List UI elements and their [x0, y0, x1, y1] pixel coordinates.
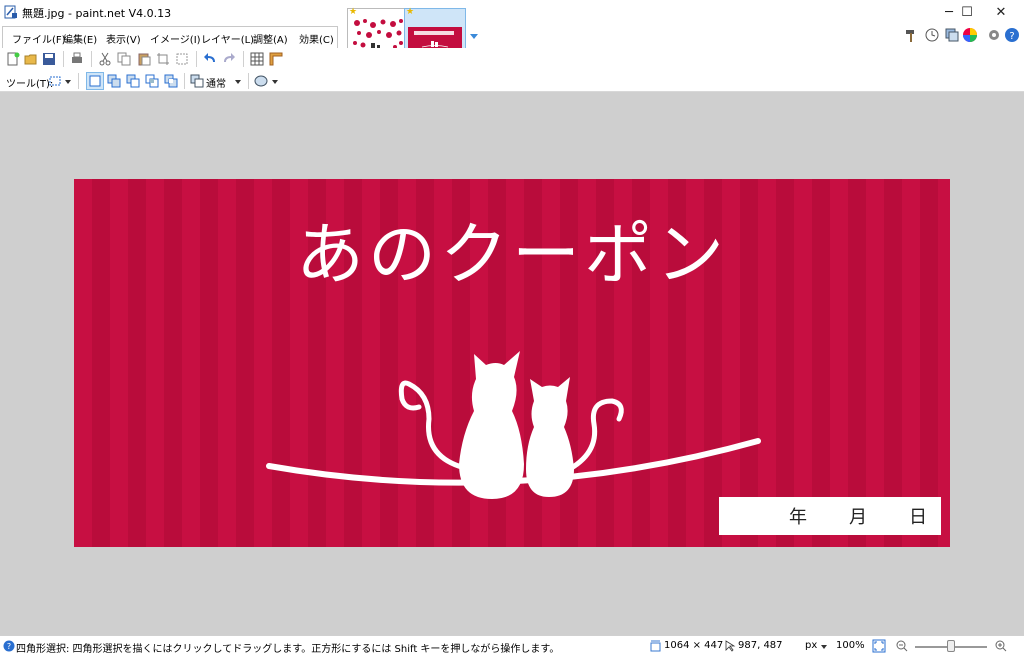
selection-mode-exclude[interactable]: [124, 72, 142, 90]
open-folder-icon[interactable]: [24, 52, 38, 66]
selection-mode-replace[interactable]: [86, 72, 104, 90]
intersect-mode-icon: [145, 74, 159, 88]
toolbar-separator: [196, 51, 197, 67]
units-dropdown-icon[interactable]: [820, 643, 828, 651]
zoom-to-window-icon[interactable]: [872, 639, 886, 653]
svg-text:?: ?: [7, 642, 11, 651]
tool-label: ツール(T):: [6, 79, 54, 90]
paintnet-app-icon[interactable]: [4, 5, 18, 19]
menu-layer[interactable]: レイヤー(L): [201, 31, 254, 46]
cursor-position-icon: [725, 640, 736, 652]
new-file-icon[interactable]: [6, 52, 20, 66]
zoom-level[interactable]: 100%: [836, 640, 865, 651]
maximize-button[interactable]: ☐: [950, 0, 984, 24]
menu-effects[interactable]: 効果(C): [299, 31, 334, 46]
cut-scissors-icon[interactable]: [98, 52, 112, 66]
units-select[interactable]: px: [805, 640, 817, 651]
status-hint: 四角形選択: 四角形選択を描くにはクリックしてドラッグします。正方形にするには …: [16, 644, 560, 655]
settings-gear-icon[interactable]: [986, 27, 1002, 43]
undo-icon[interactable]: [203, 52, 217, 66]
grid-icon[interactable]: [250, 52, 264, 66]
paste-icon[interactable]: [137, 52, 151, 66]
antialiasing-dropdown-icon[interactable]: [271, 78, 279, 86]
layers-icon[interactable]: [944, 27, 960, 43]
toolbar-separator: [248, 73, 249, 89]
blend-mode-icon: [190, 74, 204, 88]
svg-text:?: ?: [1009, 31, 1014, 42]
selection-mode-union[interactable]: [105, 72, 123, 90]
toolbar-separator: [78, 73, 79, 89]
zoom-in-icon[interactable]: [995, 640, 1007, 652]
help-icon[interactable]: ?: [1004, 27, 1020, 43]
copy-icon[interactable]: [117, 52, 131, 66]
image-size-icon: [650, 640, 661, 652]
toolbar-separator: [243, 51, 244, 67]
unsaved-star-icon: ★: [406, 7, 415, 17]
menu-file[interactable]: ファイル(F): [12, 31, 66, 46]
zoom-slider-thumb[interactable]: [947, 640, 955, 652]
toolbar-separator: [91, 51, 92, 67]
close-button[interactable]: ✕: [984, 0, 1018, 24]
status-help-icon: ?: [3, 640, 15, 652]
crop-to-selection-icon[interactable]: [156, 52, 170, 66]
deselect-icon[interactable]: [175, 52, 189, 66]
blend-mode-select[interactable]: 通常: [206, 75, 226, 90]
selection-mode-intersect[interactable]: [143, 72, 161, 90]
save-disk-icon[interactable]: [42, 52, 56, 66]
cats-on-branch-illustration: [266, 351, 761, 499]
window-title: 無題.jpg - paint.net V4.0.13: [22, 7, 172, 20]
blend-dropdown-icon[interactable]: [234, 78, 242, 86]
replace-mode-icon: [89, 75, 101, 87]
zoom-out-icon[interactable]: [896, 640, 908, 652]
main-toolbar: [0, 48, 1024, 70]
antialiasing-icon[interactable]: [254, 74, 268, 88]
status-bar: ? 四角形選択: 四角形選択を描くにはクリックしてドラッグします。正方形にするに…: [0, 635, 1024, 655]
menu-adjust[interactable]: 調整(A): [253, 31, 288, 46]
cursor-position-value: 987, 487: [738, 640, 783, 651]
thumbnail-dropdown-icon[interactable]: [469, 32, 479, 42]
menu-view[interactable]: 表示(V): [106, 31, 141, 46]
rectangle-select-tool-icon[interactable]: [48, 74, 62, 88]
menu-edit[interactable]: 編集(E): [63, 31, 97, 46]
toolbar-separator: [63, 51, 64, 67]
canvas-workspace[interactable]: あのクーポン 年 月 日: [0, 92, 1024, 635]
toolbar-separator: [184, 73, 185, 89]
image-size-value: 1064 × 447: [664, 640, 724, 651]
exclude-mode-icon: [126, 74, 140, 88]
print-icon[interactable]: [70, 52, 84, 66]
date-box: 年 月 日: [719, 497, 941, 535]
unsaved-star-icon: ★: [349, 7, 358, 17]
colors-wheel-icon[interactable]: [962, 27, 978, 43]
union-mode-icon: [107, 74, 121, 88]
image-canvas[interactable]: あのクーポン 年 月 日: [74, 179, 950, 547]
tool-dropdown-icon[interactable]: [64, 78, 72, 86]
menu-image[interactable]: イメージ(I): [150, 31, 201, 46]
title-bar: 無題.jpg - paint.net V4.0.13 ─ ☐ ✕: [0, 0, 1024, 24]
history-clock-icon[interactable]: [924, 27, 940, 43]
tool-options-toolbar: ツール(T): 通常: [0, 70, 1024, 92]
rulers-icon[interactable]: [269, 52, 283, 66]
date-label: 年 月 日: [789, 507, 929, 528]
tools-hammer-icon[interactable]: [904, 27, 920, 43]
invert-mode-icon: [164, 74, 178, 88]
redo-icon[interactable]: [222, 52, 236, 66]
selection-mode-invert[interactable]: [162, 72, 180, 90]
